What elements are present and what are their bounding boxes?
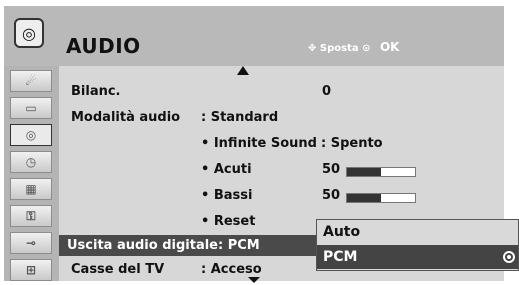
sidebar-item-clock-icon[interactable]: ◷: [10, 151, 52, 173]
tv-speaker-value: : Acceso: [201, 262, 262, 277]
dropdown-option-auto[interactable]: Auto: [317, 220, 518, 244]
sidebar-item-audio-disc-icon[interactable]: ◎: [10, 124, 52, 146]
sidebar-item-usb-icon[interactable]: ⊞: [10, 259, 52, 281]
treble-label[interactable]: • Acuti: [201, 162, 252, 177]
bass-level-bar[interactable]: [346, 193, 416, 203]
tv-speaker-label[interactable]: Casse del TV: [71, 262, 164, 277]
dropdown-option-pcm[interactable]: PCM: [317, 245, 518, 269]
navigation-hint: ✥ Sposta ⊙ OK: [308, 40, 399, 54]
scroll-down-arrow-icon[interactable]: [248, 277, 260, 283]
sound-mode-value: : Standard: [201, 110, 279, 125]
sound-mode-label[interactable]: Modalità audio: [71, 110, 180, 125]
reset-label[interactable]: • Reset: [201, 214, 255, 229]
sidebar-item-input-plug-icon[interactable]: ⊸: [10, 232, 52, 254]
treble-value: 50: [322, 162, 341, 177]
dropdown-option-label: Auto: [323, 224, 361, 240]
hint-move-label: Sposta: [319, 43, 359, 54]
digital-out-label[interactable]: Uscita audio digitale: [67, 238, 218, 253]
sidebar-item-lock-icon[interactable]: ⚿: [10, 205, 52, 227]
menu-header: ◎ AUDIO ✥ Sposta ⊙ OK: [4, 6, 504, 66]
ok-button-icon: ⊙: [362, 43, 371, 54]
audio-disc-icon: ◎: [14, 18, 44, 48]
balance-value: 0: [322, 84, 332, 99]
sidebar: ☄ ▭ ◎ ◷ ▦ ⚿ ⊸ ⊞: [4, 66, 59, 281]
infinite-sound-label[interactable]: • Infinite Sound: [201, 136, 317, 151]
sidebar-item-satellite-dish-icon[interactable]: ☄: [10, 70, 52, 92]
digital-out-value: : PCM: [218, 238, 260, 253]
hint-ok-label: OK: [379, 40, 400, 54]
bass-level-fill: [347, 194, 381, 202]
bass-value: 50: [322, 188, 341, 203]
sidebar-item-calendar-icon[interactable]: ▦: [10, 178, 52, 200]
balance-label[interactable]: Bilanc.: [71, 84, 121, 99]
sidebar-item-monitor-icon[interactable]: ▭: [10, 97, 52, 119]
bass-label[interactable]: • Bassi: [201, 188, 252, 203]
selected-radio-icon: [503, 251, 515, 263]
digital-out-dropdown: Auto PCM: [316, 219, 519, 271]
scroll-up-arrow-icon[interactable]: [237, 66, 249, 75]
infinite-sound-value: : Spento: [321, 136, 383, 151]
dropdown-option-label: PCM: [323, 249, 358, 265]
treble-level-fill: [347, 168, 381, 176]
move-arrows-icon: ✥: [308, 43, 317, 54]
treble-level-bar[interactable]: [346, 167, 416, 177]
page-title: AUDIO: [66, 34, 141, 58]
